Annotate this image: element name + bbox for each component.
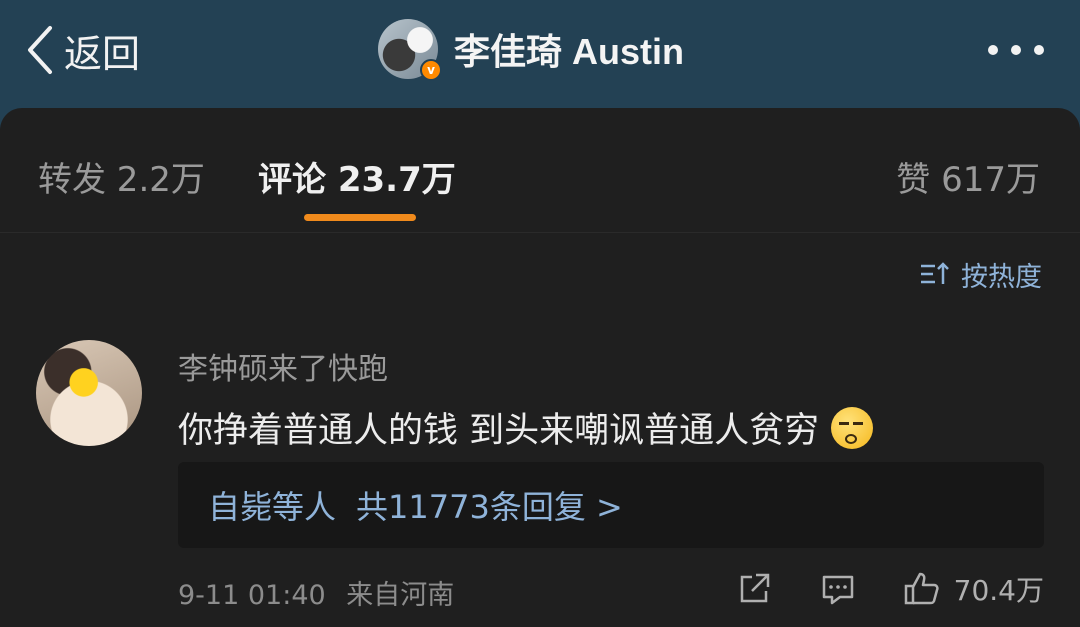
comment-actions: 70.4万	[734, 566, 1044, 612]
top-bar: 返回 v 李佳琦 Austin	[0, 0, 1080, 108]
more-dots-icon	[988, 45, 998, 55]
comments-card: 转发 2.2万 评论 23.7万 赞 617万 按热度 李钟硕来了快跑 你挣着普…	[0, 108, 1080, 627]
sort-button[interactable]: 按热度	[919, 254, 1042, 294]
commenter-username[interactable]: 李钟硕来了快跑	[178, 344, 388, 388]
account-avatar[interactable]: v	[378, 19, 442, 81]
sort-icon	[921, 262, 949, 284]
tab-comments[interactable]: 评论 23.7万	[258, 152, 456, 201]
tab-bar: 转发 2.2万 评论 23.7万 赞 617万	[0, 108, 1080, 232]
comment-body: 你挣着普通人的钱 到头来嘲讽普通人贫穷	[178, 411, 820, 451]
commenter-avatar[interactable]	[36, 340, 142, 446]
more-options-button[interactable]	[988, 40, 1044, 60]
verified-badge-icon: v	[420, 59, 442, 81]
tab-reposts[interactable]: 转发 2.2万	[38, 152, 205, 201]
divider	[0, 232, 1080, 233]
reply-button[interactable]	[818, 569, 858, 609]
share-icon	[740, 573, 769, 603]
comment-meta: 9-11 01:40 来自河南	[178, 573, 454, 612]
more-dots-icon	[1011, 45, 1021, 55]
more-dots-icon	[1034, 45, 1044, 55]
smirk-emoji-icon	[831, 406, 874, 449]
account-name[interactable]: 李佳琦 Austin	[454, 23, 684, 75]
back-label: 返回	[64, 31, 141, 76]
sort-label: 按热度	[961, 261, 1042, 293]
chevron-left-icon	[28, 26, 52, 74]
share-button[interactable]	[734, 569, 774, 609]
reply-username[interactable]: 自毙等人	[208, 482, 336, 528]
like-count: 70.4万	[953, 574, 1044, 607]
tab-likes[interactable]: 赞 617万	[896, 152, 1040, 201]
reply-count-link[interactable]: 共11773条回复 >	[356, 482, 623, 528]
active-tab-indicator	[304, 214, 416, 221]
comment-timestamp: 9-11 01:40	[178, 580, 326, 611]
like-button[interactable]: 70.4万	[902, 569, 1044, 609]
replies-preview[interactable]: 自毙等人 共11773条回复 >	[178, 462, 1044, 548]
thumbs-up-icon	[904, 572, 939, 605]
comment-location: 来自河南	[346, 580, 455, 611]
account-header[interactable]: v 李佳琦 Austin	[378, 18, 684, 81]
comment-text: 你挣着普通人的钱 到头来嘲讽普通人贫穷	[178, 402, 874, 453]
comment-icon	[822, 575, 853, 605]
back-button[interactable]: 返回	[24, 22, 140, 78]
